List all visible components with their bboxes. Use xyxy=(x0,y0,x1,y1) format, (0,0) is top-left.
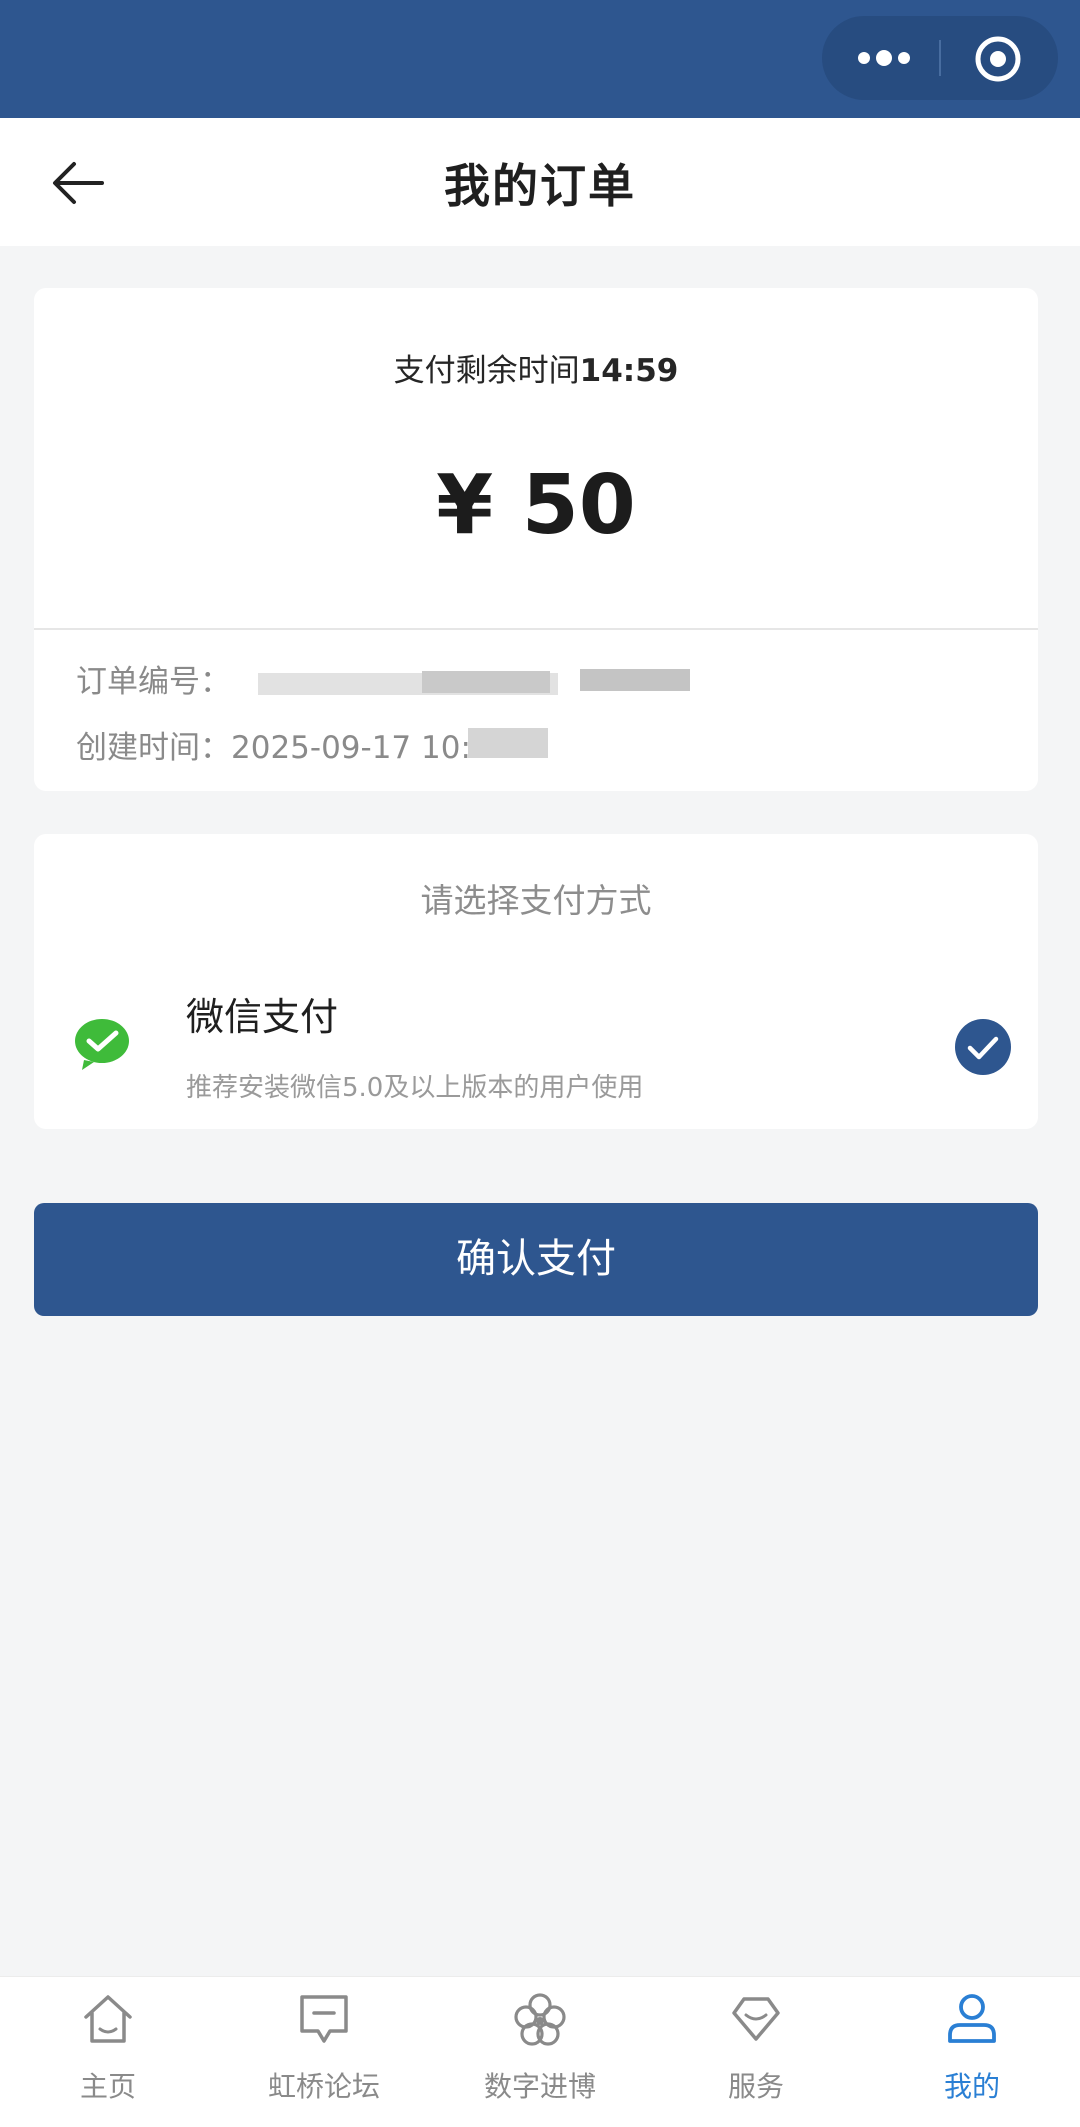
flower-icon xyxy=(514,1993,566,2046)
close-mini-program-icon[interactable] xyxy=(973,34,1023,84)
order-amount: ¥ 50 xyxy=(436,458,636,553)
capsule-divider xyxy=(939,40,941,76)
tab-digital-expo-label: 数字进博 xyxy=(483,2070,596,2103)
tab-mine-label: 我的 xyxy=(943,2070,1000,2103)
confirm-payment-button[interactable]: 确认支付 xyxy=(34,1203,1038,1316)
tab-forum-label: 虹桥论坛 xyxy=(267,2070,380,2103)
redacted-order-number xyxy=(580,669,690,691)
payment-countdown: 支付剩余时间14:59 xyxy=(34,345,1038,390)
created-time-label: 创建时间： xyxy=(76,730,231,766)
redacted-created-time xyxy=(468,728,548,758)
user-icon xyxy=(948,1994,996,2043)
payment-method-hint: 请选择支付方式 xyxy=(420,881,652,920)
more-options-icon[interactable] xyxy=(855,44,913,72)
payment-method-description: 推荐安装微信5.0及以上版本的用户使用 xyxy=(186,1073,644,1103)
payment-method-name: 微信支付 xyxy=(186,995,339,1039)
diamond-icon xyxy=(732,1997,780,2041)
created-time-value: 2025-09-17 10: xyxy=(231,730,471,766)
tab-home[interactable]: 主页 xyxy=(0,1977,216,2127)
redacted-order-number xyxy=(422,671,550,693)
created-time-row: 创建时间：2025-09-17 10: xyxy=(76,722,471,767)
selected-check-icon[interactable] xyxy=(954,1018,1012,1076)
countdown-value: 14:59 xyxy=(579,353,679,389)
tab-mine[interactable]: 我的 xyxy=(864,1977,1080,2127)
home-icon xyxy=(84,1995,132,2043)
countdown-label: 支付剩余时间 xyxy=(393,353,580,389)
capsule-menu xyxy=(822,16,1058,100)
tab-service[interactable]: 服务 xyxy=(648,1977,864,2127)
tab-forum[interactable]: 虹桥论坛 xyxy=(216,1977,432,2127)
tab-home-label: 主页 xyxy=(79,2070,136,2103)
wechat-pay-icon xyxy=(75,1019,129,1070)
tab-digital-expo[interactable]: 数字进博 xyxy=(432,1977,648,2127)
order-number-label: 订单编号： xyxy=(76,664,231,700)
order-summary-card: 支付剩余时间14:59 ¥ 50 订单编号： 创建时间：2025-09-17 1… xyxy=(34,288,1038,791)
mini-program-top-bar xyxy=(0,0,1080,118)
payment-method-card: 请选择支付方式 微信支付 推荐安装微信5.0及以上版本的用户使用 xyxy=(34,834,1038,1129)
card-divider xyxy=(34,628,1038,630)
page-title: 我的订单 xyxy=(444,159,636,213)
tab-service-label: 服务 xyxy=(727,2070,784,2103)
bottom-tab-bar: 主页 虹桥论坛 数字进博 服务 我的 xyxy=(0,1976,1080,2127)
order-number-row: 订单编号： xyxy=(76,656,231,701)
forum-icon xyxy=(300,1995,348,2043)
